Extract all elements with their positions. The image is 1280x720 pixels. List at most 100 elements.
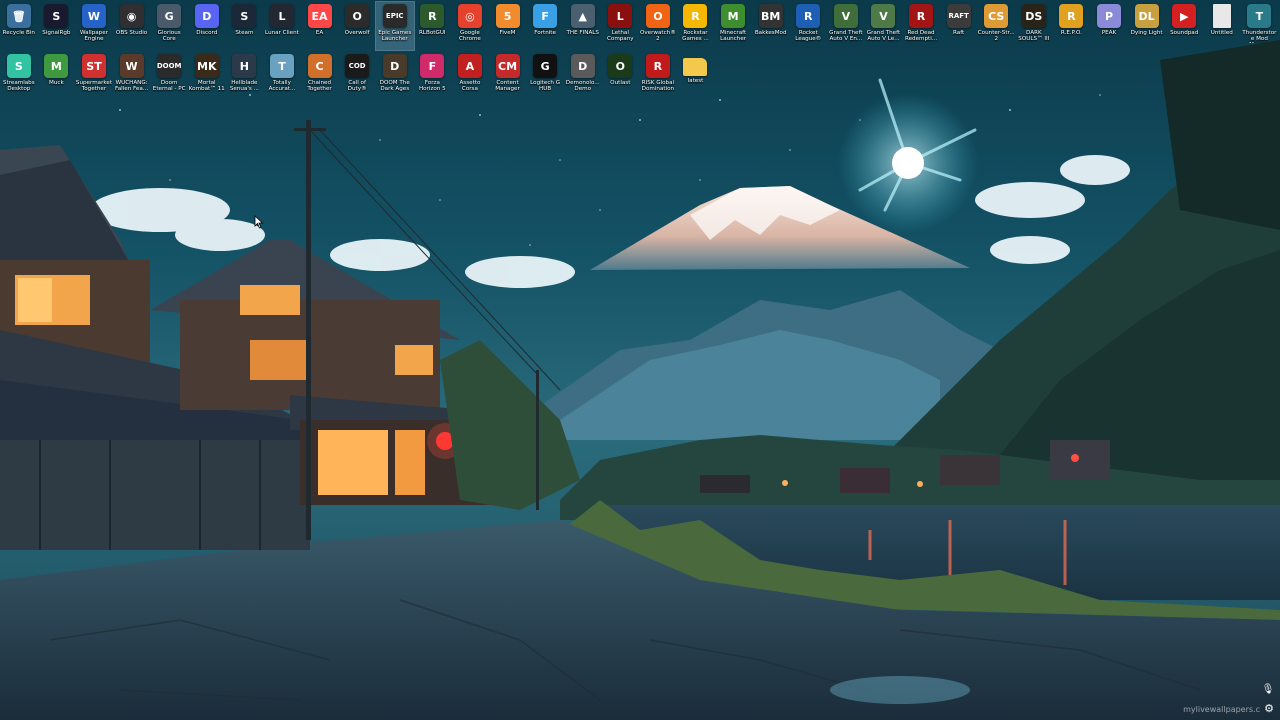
desktop-shortcut-rockstar[interactable]: R Rockstar Games ... bbox=[677, 2, 715, 50]
desktop-shortcut-overwatch[interactable]: O Overwatch® 2 bbox=[639, 2, 677, 50]
desktop-shortcut-soundpad[interactable]: ▶ Soundpad bbox=[1165, 2, 1203, 50]
streamlabs-icon: S bbox=[6, 54, 31, 78]
fortnite-icon: F bbox=[533, 4, 558, 28]
desktop-shortcut-label: Totally Accurat... bbox=[268, 80, 296, 93]
desktop[interactable]: 🗑 Recycle Bin S SignalRgb W Wallpaper Engine ◉… bbox=[0, 0, 1280, 720]
rocket-league-icon: R bbox=[796, 4, 821, 28]
desktop-shortcut-repo[interactable]: R R.E.P.O. bbox=[1053, 2, 1091, 50]
desktop-shortcut-mortal-kombat[interactable]: MK Mortal Kombat™ 11 bbox=[188, 52, 226, 100]
lunar-client-icon: L bbox=[269, 4, 294, 28]
desktop-shortcut-outlast[interactable]: O Outlast bbox=[602, 52, 640, 100]
desktop-shortcut-label: Minecraft Launcher bbox=[719, 30, 747, 43]
desktop-shortcut-label: Outlast bbox=[610, 80, 631, 86]
desktop-shortcut-label: Google Chrome bbox=[458, 30, 481, 43]
doom-dark-ages-icon: D bbox=[382, 54, 407, 78]
desktop-shortcut-doom-eternal[interactable]: DOOM Doom Eternal - PC bbox=[150, 52, 188, 100]
desktop-shortcut-label: Hellblade Senua's ... bbox=[229, 80, 259, 93]
desktop-shortcut-wuchang[interactable]: W WUCHANG: Fallen Fea... bbox=[113, 52, 151, 100]
desktop-shortcut-supermarket-together[interactable]: ST Supermarket Together bbox=[75, 52, 113, 100]
discord-icon: D bbox=[194, 4, 219, 28]
desktop-shortcut-counter-strike[interactable]: CS Counter-Str... 2 bbox=[977, 2, 1015, 50]
epic-games-icon: EPIC bbox=[382, 4, 407, 28]
desktop-shortcut-epic-games[interactable]: EPIC Epic Games Launcher bbox=[374, 1, 415, 51]
mouse-cursor-icon bbox=[254, 215, 264, 229]
desktop-shortcut-label: latest bbox=[687, 78, 704, 84]
microphone-icon[interactable]: 🎙 bbox=[1262, 682, 1275, 696]
desktop-shortcut-muck[interactable]: M Muck bbox=[38, 52, 76, 100]
desktop-shortcut-label: Recycle Bin bbox=[2, 30, 35, 36]
desktop-shortcut-raft[interactable]: RAFT Raft bbox=[940, 2, 978, 50]
desktop-shortcut-discord[interactable]: D Discord bbox=[188, 2, 226, 50]
desktop-shortcut-label: EA bbox=[315, 30, 324, 36]
desktop-shortcut-tabs[interactable]: T Totally Accurat... bbox=[263, 52, 301, 100]
dark-souls-icon: DS bbox=[1021, 4, 1046, 28]
desktop-shortcut-gta5-enhanced[interactable]: V Grand Theft Auto V En... bbox=[827, 2, 865, 50]
desktop-shortcut-label: FiveM bbox=[499, 30, 516, 36]
overwolf-icon: O bbox=[345, 4, 370, 28]
chained-together-icon: C bbox=[307, 54, 332, 78]
desktop-shortcut-content-manager[interactable]: CM Content Manager bbox=[489, 52, 527, 100]
signalrgb-icon: S bbox=[44, 4, 69, 28]
desktop-shortcut-lethal-company[interactable]: L Lethal Company bbox=[602, 2, 640, 50]
desktop-shortcut-streamlabs[interactable]: S Streamlabs Desktop bbox=[0, 52, 38, 100]
desktop-shortcut-folder[interactable]: latest bbox=[677, 52, 715, 100]
desktop-shortcut-label: Red Dead Redempti... bbox=[904, 30, 938, 43]
desktop-shortcut-call-of-duty[interactable]: COD Call of Duty® bbox=[338, 52, 376, 100]
desktop-shortcut-demonologist[interactable]: D Demonolo... Demo bbox=[564, 52, 602, 100]
recycle-bin-icon: 🗑 bbox=[6, 4, 31, 28]
desktop-shortcut-rlbot[interactable]: R RLBotGUI bbox=[414, 2, 452, 50]
desktop-shortcut-the-finals[interactable]: ▲ THE FINALS bbox=[564, 2, 602, 50]
desktop-shortcut-dark-souls[interactable]: DS DARK SOULS™ III bbox=[1015, 2, 1053, 50]
desktop-shortcut-label: Muck bbox=[49, 80, 64, 86]
desktop-shortcut-overwolf[interactable]: O Overwolf bbox=[338, 2, 376, 50]
demonologist-icon: D bbox=[570, 54, 595, 78]
desktop-shortcut-ea[interactable]: EA EA bbox=[301, 2, 339, 50]
desktop-shortcut-red-dead[interactable]: R Red Dead Redempti... bbox=[902, 2, 940, 50]
desktop-shortcut-dying-light[interactable]: DL Dying Light bbox=[1128, 2, 1166, 50]
desktop-shortcut-forza[interactable]: F Forza Horizon 5 bbox=[414, 52, 452, 100]
rockstar-icon: R bbox=[683, 4, 708, 28]
desktop-shortcut-chrome[interactable]: ◎ Google Chrome bbox=[451, 2, 489, 50]
desktop-shortcut-risk[interactable]: R RISK Global Domination bbox=[639, 52, 677, 100]
gta5-enhanced-icon: V bbox=[833, 4, 858, 28]
desktop-shortcut-label: Grand Theft Auto V En... bbox=[829, 30, 863, 43]
assetto-corsa-icon: A bbox=[457, 54, 482, 78]
desktop-shortcut-logitech-ghub[interactable]: G Logitech G HUB bbox=[526, 52, 564, 100]
desktop-shortcut-label: RLBotGUI bbox=[419, 30, 446, 36]
desktop-shortcut-lunar-client[interactable]: L Lunar Client bbox=[263, 2, 301, 50]
desktop-shortcut-label: Rockstar Games ... bbox=[682, 30, 709, 43]
desktop-shortcut-doom-dark-ages[interactable]: D DOOM The Dark Ages bbox=[376, 52, 414, 100]
repo-icon: R bbox=[1059, 4, 1084, 28]
outlast-icon: O bbox=[608, 54, 633, 78]
desktop-shortcut-minecraft[interactable]: M Minecraft Launcher bbox=[714, 2, 752, 50]
desktop-shortcut-blank-document[interactable]: Untitled bbox=[1203, 2, 1241, 50]
desktop-shortcut-fivem[interactable]: 5 FiveM bbox=[489, 2, 527, 50]
desktop-shortcut-label: Dying Light bbox=[1130, 30, 1163, 36]
desktop-shortcut-hellblade[interactable]: H Hellblade Senua's ... bbox=[226, 52, 264, 100]
desktop-shortcut-chained-together[interactable]: C Chained Together bbox=[301, 52, 339, 100]
desktop-shortcut-label: Chained Together bbox=[307, 80, 332, 93]
desktop-shortcut-label: Discord bbox=[196, 30, 218, 36]
desktop-shortcut-assetto-corsa[interactable]: A Assetto Corsa bbox=[451, 52, 489, 100]
chrome-icon: ◎ bbox=[457, 4, 482, 28]
desktop-shortcut-obs[interactable]: ◉ OBS Studio bbox=[113, 2, 151, 50]
desktop-shortcut-thunderstore[interactable]: T Thunderstore Mod Mana... bbox=[1241, 2, 1279, 50]
desktop-shortcut-label: Doom Eternal - PC bbox=[152, 80, 186, 93]
desktop-shortcut-steam[interactable]: S Steam bbox=[226, 2, 264, 50]
fivem-icon: 5 bbox=[495, 4, 520, 28]
desktop-shortcut-fortnite[interactable]: F Fortnite bbox=[526, 2, 564, 50]
desktop-shortcut-glorious[interactable]: G Glorious Core bbox=[150, 2, 188, 50]
desktop-shortcut-wallpaper-engine[interactable]: W Wallpaper Engine bbox=[75, 2, 113, 50]
blank-document-icon bbox=[1212, 4, 1231, 28]
desktop-shortcut-signalrgb[interactable]: S SignalRgb bbox=[38, 2, 76, 50]
desktop-shortcut-rocket-league[interactable]: R Rocket League® bbox=[789, 2, 827, 50]
gear-icon[interactable]: ⚙ bbox=[1263, 703, 1275, 715]
counter-strike-icon: CS bbox=[984, 4, 1009, 28]
desktop-shortcut-gta5-legacy[interactable]: V Grand Theft Auto V Le... bbox=[865, 2, 903, 50]
desktop-shortcut-peak[interactable]: P PEAK bbox=[1090, 2, 1128, 50]
desktop-shortcut-recycle-bin[interactable]: 🗑 Recycle Bin bbox=[0, 2, 38, 50]
desktop-shortcut-bakkesmod[interactable]: BM BakkesMod bbox=[752, 2, 790, 50]
gta5-legacy-icon: V bbox=[871, 4, 896, 28]
rlbot-icon: R bbox=[420, 4, 445, 28]
ea-icon: EA bbox=[307, 4, 332, 28]
